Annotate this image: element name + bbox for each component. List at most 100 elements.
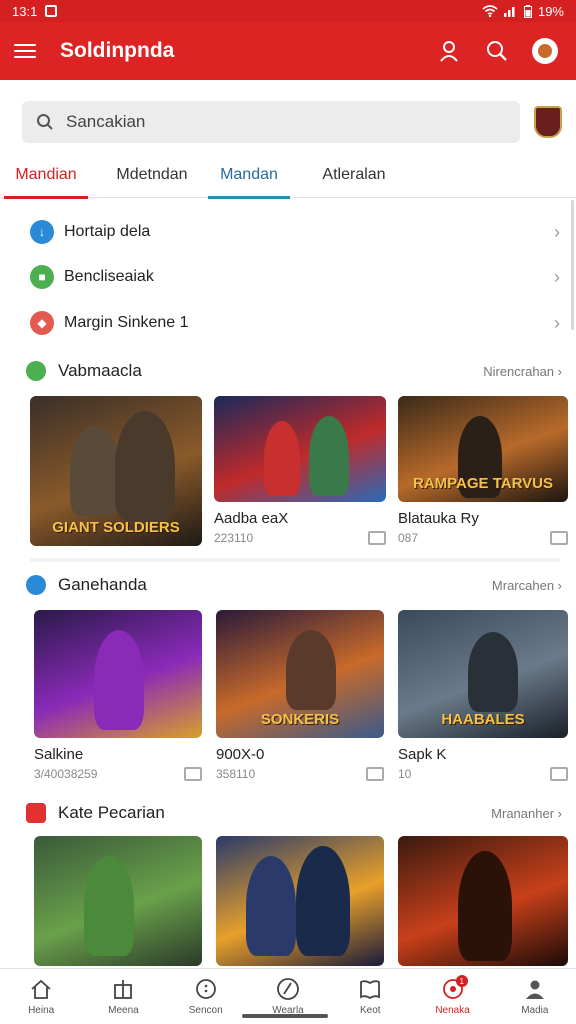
- tab-mandian[interactable]: Mandian: [4, 158, 88, 199]
- menu-item-0[interactable]: ↓ Hortaip dela ›: [30, 212, 560, 252]
- section-title: Ganehanda: [58, 575, 147, 594]
- tab-mandan[interactable]: Mandan: [208, 158, 290, 199]
- game-title: Aadba eaX: [214, 510, 289, 527]
- menu-item-label: Margin Sinkene 1: [64, 314, 189, 331]
- search-row: Sancakian: [22, 100, 562, 144]
- thumbnail-title: SONKERIS: [260, 711, 340, 728]
- nav-label: Madia: [521, 1005, 549, 1016]
- grid-icon: [111, 977, 135, 1001]
- game-card[interactable]: [216, 836, 384, 966]
- section-header: Ganehanda Mrarcahen ›: [26, 571, 562, 599]
- nav-label: Nenaka: [435, 1005, 470, 1016]
- nav-nenaka[interactable]: 1 Nenaka: [411, 969, 493, 1024]
- search-icon[interactable]: [480, 34, 514, 68]
- nav-keot[interactable]: Keot: [329, 969, 411, 1024]
- home-indicator[interactable]: [242, 1014, 328, 1018]
- game-thumbnail: HAABALES: [398, 610, 568, 738]
- see-more-link[interactable]: Nirencrahan ›: [483, 364, 562, 379]
- game-card[interactable]: [34, 836, 202, 966]
- thumbnail-title: GIANT SOLDIERS: [52, 519, 180, 536]
- tab-mdetndan[interactable]: Mdetndan: [110, 158, 194, 198]
- game-card[interactable]: GIANT SOLDIERS: [30, 396, 202, 546]
- game-card[interactable]: HAABALES Sapk K 10: [398, 610, 568, 781]
- wifi-icon: [482, 5, 498, 17]
- menu-icon[interactable]: [14, 37, 42, 65]
- see-more-label: Nirencrahan: [483, 363, 555, 379]
- app-bar: Soldinpnda: [0, 22, 576, 80]
- home-icon: [29, 977, 53, 1001]
- nav-madia[interactable]: Madia: [494, 969, 576, 1024]
- emblem-icon[interactable]: [534, 106, 562, 138]
- section-header: Vabmaacla Nirencrahan ›: [26, 357, 562, 385]
- search-icon: [37, 114, 53, 130]
- game-thumbnail: SONKERIS: [216, 610, 384, 738]
- nav-label: Sencon: [188, 1005, 223, 1016]
- see-more-link[interactable]: Mrananher ›: [491, 806, 562, 821]
- nav-label: Meena: [108, 1005, 139, 1016]
- nav-label: Heina: [28, 1005, 55, 1016]
- thumbnail-title: HAABALES: [441, 711, 525, 728]
- thumbnail-title: RAMPAGE TARVUS: [412, 475, 553, 492]
- notification-badge: 1: [455, 975, 468, 987]
- status-bar: 13:1 19%: [0, 0, 576, 22]
- game-title: 900X-0: [216, 746, 265, 763]
- tab-label: Mandan: [220, 166, 278, 183]
- see-more-link[interactable]: Mrarcahen ›: [492, 578, 562, 593]
- game-card[interactable]: SONKERIS 900X-0 358110: [216, 610, 384, 781]
- section-icon: [26, 575, 46, 595]
- battery-icon: [523, 4, 532, 18]
- menu-item-label: Bencliseaiak: [64, 268, 154, 285]
- game-meta: 3/40038259: [34, 767, 98, 781]
- section-icon: [26, 361, 46, 381]
- avatar[interactable]: [528, 34, 562, 68]
- game-thumbnail: [34, 836, 202, 966]
- gamepad-icon: ■: [30, 265, 54, 289]
- app-title: Soldinpnda: [60, 39, 175, 62]
- menu-item-1[interactable]: ■ Bencliseaiak ›: [30, 257, 560, 297]
- game-card[interactable]: Aadba eaX 223110: [214, 396, 386, 545]
- chevron-right-icon: ›: [554, 221, 560, 242]
- game-card[interactable]: Salkine 3/40038259: [34, 610, 202, 781]
- tab-bar: Mandian Mdetndan Mandan Atleralan: [0, 158, 576, 199]
- section-divider: [30, 558, 560, 562]
- checkbox-icon[interactable]: [366, 767, 384, 781]
- game-title: Sapk K: [398, 746, 447, 763]
- game-meta: 358110: [216, 767, 256, 781]
- menu-item-2[interactable]: ◆ Margin Sinkene 1 ›: [30, 303, 560, 343]
- nav-label: Keot: [359, 1005, 381, 1016]
- game-meta: 087: [398, 531, 419, 545]
- compass-icon: [276, 977, 300, 1001]
- chevron-right-icon: ›: [554, 312, 560, 333]
- chevron-right-icon: ›: [554, 266, 560, 287]
- signal-icon: [503, 7, 515, 17]
- checkbox-icon[interactable]: [550, 767, 568, 781]
- person-icon: [523, 977, 547, 1001]
- game-card[interactable]: RAMPAGE TARVUS Blatauka Ry 087: [398, 396, 568, 545]
- game-meta: 223110: [214, 531, 254, 545]
- tab-label: Atleralan: [322, 166, 386, 183]
- section-header: Kate Pecarian Mrananher ›: [26, 799, 562, 827]
- notification-icon: [45, 5, 58, 17]
- section-title: Vabmaacla: [58, 361, 142, 380]
- tab-atleralan[interactable]: Atleralan: [312, 158, 396, 198]
- nav-meena[interactable]: Meena: [82, 969, 164, 1024]
- game-title: Blatauka Ry: [398, 510, 479, 527]
- game-thumbnail: [398, 836, 568, 966]
- game-card[interactable]: [398, 836, 568, 966]
- search-input[interactable]: Sancakian: [22, 101, 520, 143]
- circle-dots-icon: [194, 977, 218, 1001]
- game-thumbnail: [34, 610, 202, 738]
- game-thumbnail: GIANT SOLDIERS: [30, 396, 202, 546]
- account-icon[interactable]: [432, 34, 466, 68]
- checkbox-icon[interactable]: [550, 531, 568, 545]
- scrollbar[interactable]: [571, 200, 574, 330]
- book-icon: [358, 977, 382, 1001]
- section-icon: [26, 803, 46, 823]
- game-meta: 10: [398, 767, 412, 781]
- nav-home[interactable]: Heina: [0, 969, 82, 1024]
- menu-item-label: Hortaip dela: [64, 223, 151, 240]
- checkbox-icon[interactable]: [368, 531, 386, 545]
- nav-sencon[interactable]: Sencon: [165, 969, 247, 1024]
- checkbox-icon[interactable]: [184, 767, 202, 781]
- tab-label: Mdetndan: [116, 166, 188, 183]
